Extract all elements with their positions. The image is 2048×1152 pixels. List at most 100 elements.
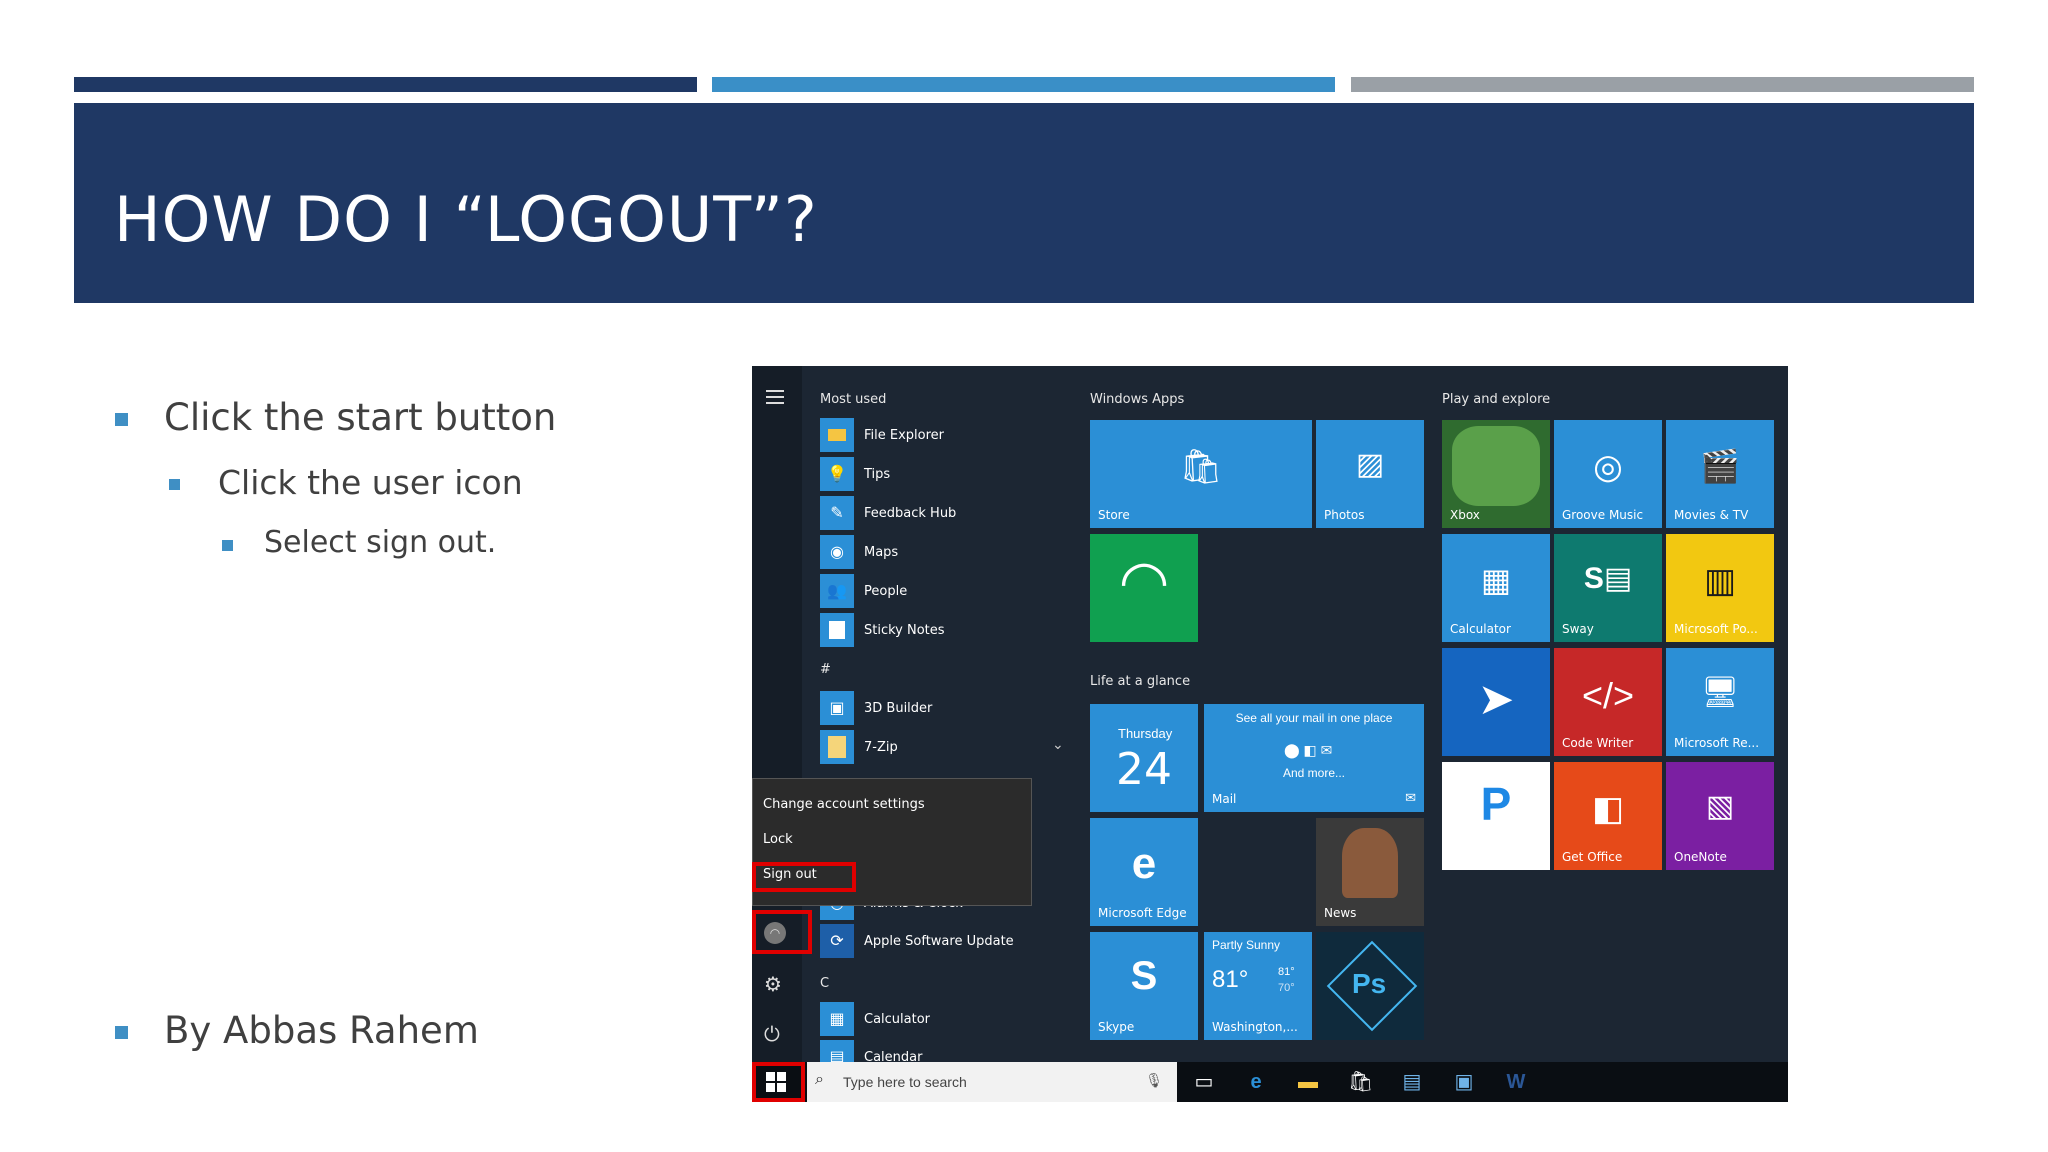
tile-onenote[interactable]: ▧ OneNote (1666, 762, 1774, 870)
store-icon: 🛍 (1179, 448, 1223, 487)
tile-weather[interactable]: Partly Sunny 81° 81° 70° Washington,... (1204, 932, 1312, 1040)
bullet-marker (115, 1026, 128, 1039)
bullet-level1: Click the start button (164, 396, 557, 439)
lock-option[interactable]: Lock (763, 832, 793, 847)
app-taskbar-icon[interactable]: ▣ (1452, 1070, 1476, 1094)
tile-groove-music[interactable]: ◎ Groove Music (1554, 420, 1662, 528)
app-taskbar-icon[interactable]: ▤ (1400, 1070, 1424, 1094)
author-bullet: By Abbas Rahem (164, 1009, 479, 1052)
hamburger-icon[interactable] (766, 390, 784, 404)
tile-movies-tv[interactable]: 🎬 Movies & TV (1666, 420, 1774, 528)
clapper-icon: 🎬 (1700, 448, 1740, 485)
highlight-user-icon (752, 910, 812, 954)
group-header-play: Play and explore (1442, 392, 1551, 407)
word-taskbar-icon[interactable]: W (1504, 1070, 1528, 1094)
list-item-file-explorer[interactable]: File Explorer (820, 418, 944, 452)
list-item-feedback-hub[interactable]: ✎ Feedback Hub (820, 496, 956, 530)
tile-label: Mail (1212, 792, 1237, 806)
tile-store[interactable]: 🛍 Store (1090, 420, 1312, 528)
tile-code-writer[interactable]: </> Code Writer (1554, 648, 1662, 756)
tile-label: Calculator (1450, 622, 1511, 636)
tile-label: Groove Music (1562, 508, 1644, 522)
search-icon: ⌕ (815, 1071, 824, 1088)
apple-update-icon: ⟳ (820, 924, 854, 958)
settings-icon[interactable]: ⚙ (764, 972, 782, 997)
change-account-settings[interactable]: Change account settings (763, 797, 925, 812)
taskbar: ⌕ Type here to search 🎙 ▭ e ▬ 🛍 ▤ ▣ W (752, 1062, 1788, 1102)
section-header-hash: # (820, 662, 831, 677)
calculator-icon: ▦ (820, 1002, 854, 1036)
start-rail (752, 366, 802, 1066)
tile-news[interactable]: News (1316, 818, 1424, 926)
office-icon: ◧ (1591, 790, 1625, 829)
list-item-label: Apple Software Update (864, 933, 1014, 949)
list-item-7zip[interactable]: 7-Zip (820, 730, 898, 764)
mail-line2: And more... (1282, 766, 1346, 780)
calendar-date: 24 (1116, 744, 1172, 795)
tile-get-office[interactable]: ◧ Get Office (1554, 762, 1662, 870)
tile-calculator[interactable]: ▦ Calculator (1442, 534, 1550, 642)
task-view-icon[interactable]: ▭ (1192, 1070, 1216, 1094)
mail-services-icons: ⬤ ◧ ✉ (1284, 742, 1333, 758)
groove-icon: ◎ (1593, 448, 1623, 487)
tile-label: Store (1098, 508, 1130, 522)
tile-microsoft-edge[interactable]: e Microsoft Edge (1090, 818, 1198, 926)
highlight-sign-out (752, 862, 856, 892)
xbox-characters (1452, 426, 1540, 506)
list-item-calculator[interactable]: ▦ Calculator (820, 1002, 930, 1036)
search-placeholder: Type here to search (843, 1074, 967, 1090)
skype-icon: S (1130, 953, 1158, 998)
list-item-maps[interactable]: ◉ Maps (820, 535, 898, 569)
tile-photoshop[interactable]: Ps (1316, 932, 1424, 1040)
title-banner: HOW DO I “LOGOUT”? (74, 103, 1974, 303)
tile-power-bi[interactable]: ▥ Microsoft Po... (1666, 534, 1774, 642)
tile-pandora[interactable]: P (1442, 762, 1550, 870)
tile-calendar[interactable]: Thursday 24 (1090, 704, 1198, 812)
tile-label: OneNote (1674, 850, 1727, 864)
sticky-notes-icon (820, 613, 854, 647)
news-photo (1342, 828, 1398, 898)
photos-icon: ▨ (1355, 448, 1385, 482)
list-item-tips[interactable]: 💡 Tips (820, 457, 890, 491)
lightbulb-icon: 💡 (820, 457, 854, 491)
sway-icon: S▤ (1583, 562, 1633, 596)
people-icon: 👥 (820, 574, 854, 608)
tile-green-app[interactable]: ◠ (1090, 534, 1198, 642)
tile-photos[interactable]: ▨ Photos (1316, 420, 1424, 528)
highlight-start-button (752, 1062, 805, 1102)
list-item-apple-software-update[interactable]: ⟳ Apple Software Update (820, 924, 1014, 958)
tile-bird-app[interactable]: ➤ (1442, 648, 1550, 756)
weather-condition: Partly Sunny (1212, 938, 1281, 952)
chevron-down-icon[interactable]: ⌄ (1052, 736, 1064, 753)
list-item-sticky-notes[interactable]: Sticky Notes (820, 613, 945, 647)
tile-mail[interactable]: See all your mail in one place ⬤ ◧ ✉ And… (1204, 704, 1424, 812)
mail-line1: See all your mail in one place (1235, 711, 1393, 725)
tile-remote-desktop[interactable]: 🖥 Microsoft Re... (1666, 648, 1774, 756)
power-icon[interactable]: ⏻ (764, 1024, 780, 1047)
remote-desktop-icon: 🖥 (1700, 676, 1740, 710)
feedback-icon: ✎ (820, 496, 854, 530)
bullet-marker (169, 479, 180, 490)
list-item-label: Maps (864, 544, 899, 560)
edge-taskbar-icon[interactable]: e (1244, 1070, 1268, 1094)
folder-icon (820, 730, 854, 764)
top-stripe-gray (1351, 77, 1974, 92)
list-item-3d-builder[interactable]: ▣ 3D Builder (820, 691, 932, 725)
list-item-people[interactable]: 👥 People (820, 574, 907, 608)
mail-envelope-icon: ✉ (1405, 790, 1416, 805)
list-item-label: 7-Zip (864, 739, 898, 755)
store-taskbar-icon[interactable]: 🛍 (1348, 1070, 1373, 1094)
tile-xbox[interactable]: Xbox (1442, 420, 1550, 528)
tile-label: Code Writer (1562, 736, 1634, 750)
code-writer-icon: </> (1581, 675, 1635, 717)
tile-skype[interactable]: S Skype (1090, 932, 1198, 1040)
file-explorer-taskbar-icon[interactable]: ▬ (1296, 1070, 1320, 1094)
tile-sway[interactable]: S▤ Sway (1554, 534, 1662, 642)
weather-low: 70° (1278, 982, 1295, 994)
list-item-label: Feedback Hub (864, 505, 957, 521)
group-header-life: Life at a glance (1090, 674, 1191, 689)
tile-label: Photos (1324, 508, 1365, 522)
maps-icon: ◉ (820, 535, 854, 569)
microphone-icon[interactable]: 🎙 (1145, 1072, 1163, 1089)
search-box[interactable]: ⌕ Type here to search 🎙 (807, 1062, 1177, 1102)
